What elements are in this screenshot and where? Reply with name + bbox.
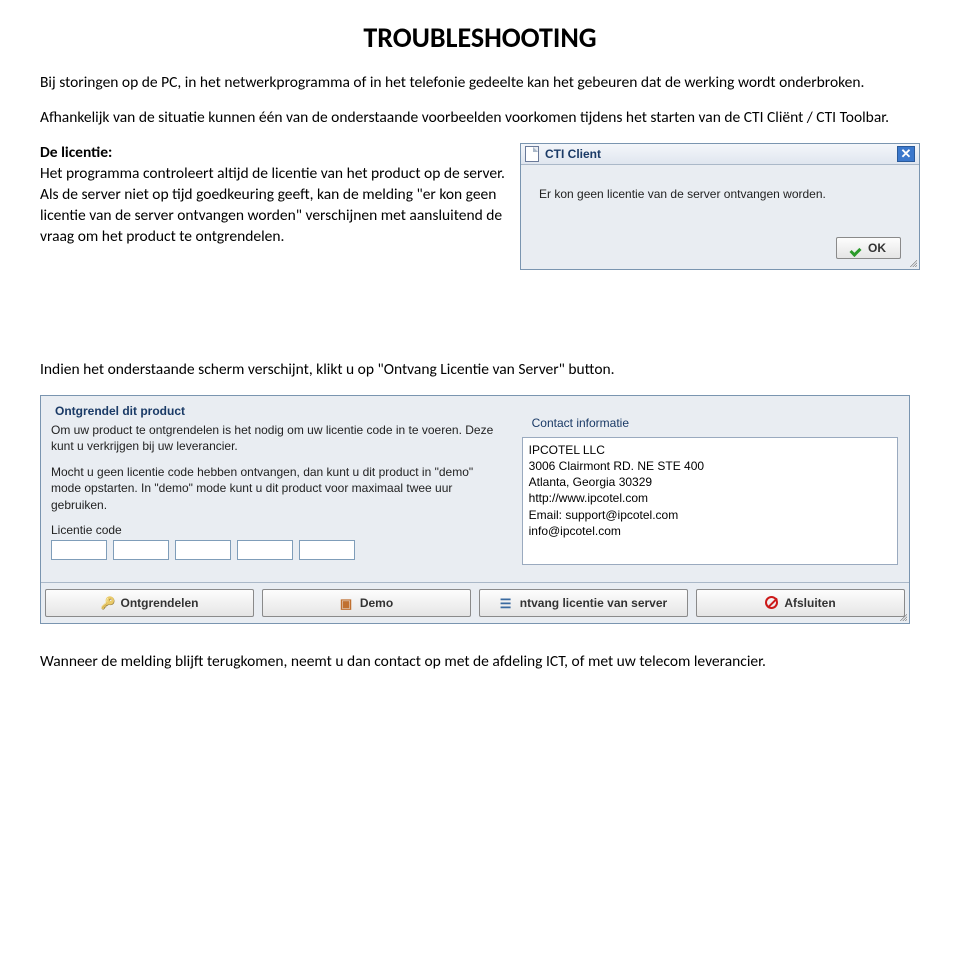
licentie-heading: De licentie:: [40, 143, 508, 164]
afsluiten-button[interactable]: Afsluiten: [696, 589, 905, 617]
licentie-input-4[interactable]: [237, 540, 293, 560]
document-icon: [525, 146, 539, 162]
contact-line: IPCOTEL LLC: [529, 442, 891, 458]
contact-legend: Contact informatie: [528, 416, 633, 430]
contact-line: http://www.ipcotel.com: [529, 490, 891, 506]
unlock-intro-2: Mocht u geen licentie code hebben ontvan…: [51, 464, 503, 513]
dialog-title-text: CTI Client: [545, 147, 601, 161]
licentie-code-inputs: [51, 540, 503, 560]
fieldset-title: Ontgrendel dit product: [51, 404, 899, 422]
server-icon: [500, 596, 514, 610]
paragraph-licentie: De licentie: Het programma controleert a…: [40, 143, 508, 248]
demo-icon: [340, 596, 354, 610]
licentie-code-label: Licentie code: [51, 523, 503, 537]
ontgrendelen-label: Ontgrendelen: [120, 596, 198, 610]
resize-grip-icon[interactable]: [895, 609, 907, 621]
afsluiten-label: Afsluiten: [784, 596, 835, 610]
ontvang-licentie-button[interactable]: ntvang licentie van server: [479, 589, 688, 617]
key-icon: [100, 596, 114, 610]
paragraph-intro-1: Bij storingen op de PC, in het netwerkpr…: [40, 73, 920, 94]
unlock-intro-1: Om uw product te ontgrendelen is het nod…: [51, 422, 503, 454]
licentie-input-3[interactable]: [175, 540, 231, 560]
ok-button[interactable]: OK: [836, 237, 901, 259]
contact-line: info@ipcotel.com: [529, 523, 891, 539]
dialog-message: Er kon geen licentie van de server ontva…: [539, 187, 901, 201]
dialog-titlebar[interactable]: CTI Client ✕: [521, 144, 919, 165]
dialog-ontgrendel: Ontgrendel dit product Om uw product te …: [40, 395, 910, 624]
close-icon[interactable]: ✕: [897, 146, 915, 162]
dialog-cti-client: CTI Client ✕ Er kon geen licentie van de…: [520, 143, 920, 270]
ok-button-label: OK: [868, 241, 886, 255]
button-bar: Ontgrendelen Demo ntvang licentie van se…: [41, 582, 909, 623]
resize-grip-icon[interactable]: [905, 255, 917, 267]
contact-line: Email: support@ipcotel.com: [529, 507, 891, 523]
demo-label: Demo: [360, 596, 393, 610]
licentie-text: Het programma controleert altijd de lice…: [40, 164, 505, 246]
demo-button[interactable]: Demo: [262, 589, 471, 617]
page-title: TROUBLESHOOTING: [40, 20, 920, 55]
paragraph-footer: Wanneer de melding blijft terugkomen, ne…: [40, 652, 920, 673]
licentie-input-1[interactable]: [51, 540, 107, 560]
no-entry-icon: [765, 596, 778, 609]
paragraph-instruction: Indien het onderstaande scherm verschijn…: [40, 360, 920, 381]
licentie-input-2[interactable]: [113, 540, 169, 560]
contact-info-box: IPCOTEL LLC 3006 Clairmont RD. NE STE 40…: [522, 437, 898, 565]
licentie-input-5[interactable]: [299, 540, 355, 560]
contact-line: Atlanta, Georgia 30329: [529, 474, 891, 490]
ontvang-label: ntvang licentie van server: [520, 596, 667, 610]
check-icon: [851, 242, 863, 254]
ontgrendelen-button[interactable]: Ontgrendelen: [45, 589, 254, 617]
paragraph-intro-2: Afhankelijk van de situatie kunnen één v…: [40, 108, 920, 129]
contact-line: 3006 Clairmont RD. NE STE 400: [529, 458, 891, 474]
